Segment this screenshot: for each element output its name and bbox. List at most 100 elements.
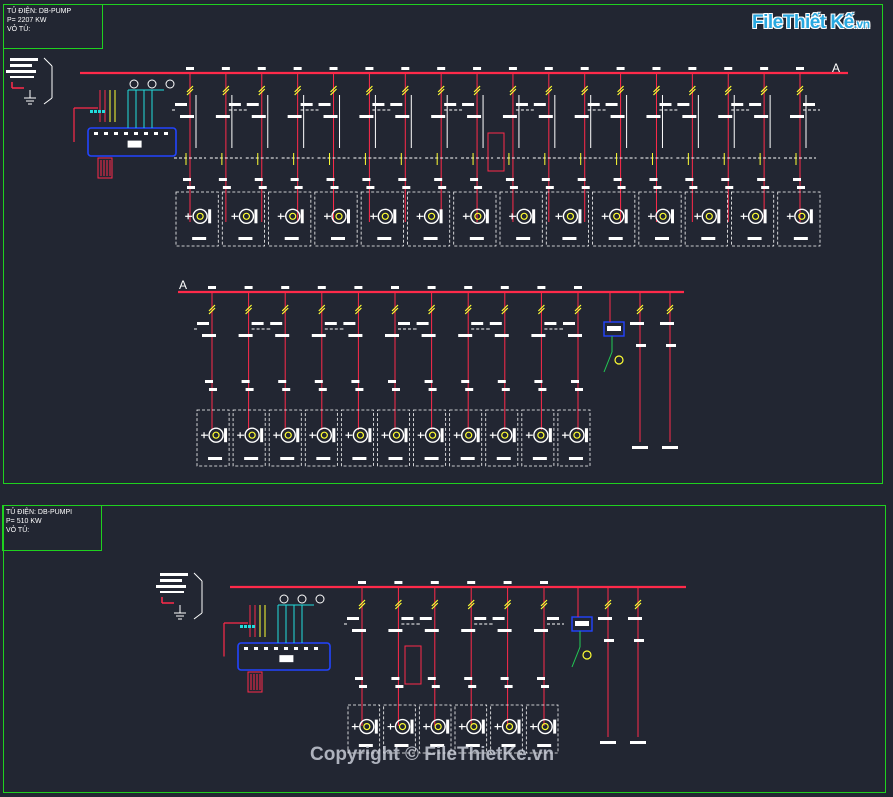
feeder-device — [467, 115, 482, 118]
motor-symbol — [794, 208, 810, 225]
overload-relay — [388, 380, 396, 383]
motor-guard — [208, 209, 212, 224]
motor-guard — [763, 209, 767, 224]
meter-display — [279, 655, 294, 663]
site-logo-suffix: .vn — [853, 17, 870, 31]
overload-relay — [501, 388, 510, 391]
aux-lamp — [582, 650, 592, 660]
overload-relay — [617, 186, 626, 189]
feeder-device — [238, 334, 253, 337]
bus-label-right: A — [832, 61, 841, 75]
meter-terminal — [134, 132, 138, 135]
overload-relay — [392, 388, 400, 391]
overload-relay — [500, 677, 509, 680]
feeder-device — [275, 334, 290, 337]
overload-relay — [577, 178, 586, 181]
aux-terminal — [632, 446, 648, 449]
motor-guard — [446, 719, 450, 734]
aux-device — [660, 322, 674, 325]
feeder-device — [348, 334, 363, 337]
motor-core — [537, 431, 545, 439]
control-relay — [297, 594, 307, 604]
isolator-block — [343, 322, 356, 325]
overload-relay — [545, 186, 554, 189]
motor-symbol — [388, 427, 405, 443]
overload-relay — [326, 178, 335, 181]
feeder-tap — [796, 67, 804, 70]
motor-symbol — [537, 718, 553, 735]
feeder-tap — [427, 286, 436, 289]
feeder-device — [385, 334, 399, 337]
motor-base — [655, 237, 669, 240]
overload-relay — [183, 178, 191, 181]
motor-core — [356, 431, 365, 439]
overload-relay — [538, 388, 547, 391]
feeder-device — [646, 115, 661, 118]
motor-symbol — [747, 208, 764, 225]
overload-relay — [402, 186, 411, 189]
motor-guard — [440, 428, 444, 443]
panel-2-title: TỦ ĐIỆN: DB-PUMPI — [6, 509, 73, 516]
bus-label-left: A — [179, 278, 188, 292]
panel-1-title-block: TỦ ĐIỆN: DB-PUMP P= 2207 KW VỎ TỦ: — [3, 4, 103, 49]
overload-relay — [355, 677, 363, 680]
motor-symbol — [655, 208, 671, 225]
feeder-tap — [537, 286, 546, 289]
feeder-tap — [186, 67, 194, 70]
overload-relay — [497, 380, 506, 383]
isolator-block — [175, 103, 187, 106]
control-relay — [315, 594, 325, 604]
overload-relay — [366, 186, 375, 189]
incomer-symbol — [160, 591, 184, 593]
isolator-block — [270, 322, 283, 325]
incomer-symbol — [10, 58, 38, 61]
feeder-device — [574, 115, 589, 118]
overload-relay — [427, 677, 436, 680]
meter-terminal — [274, 647, 278, 650]
motor-symbol — [533, 427, 549, 443]
feeder-tap — [401, 67, 410, 70]
overload-relay — [689, 186, 698, 189]
overload-relay — [294, 186, 303, 189]
feeder-tap — [580, 67, 589, 70]
aux-device — [666, 344, 676, 347]
motor-guard — [671, 209, 674, 224]
vfd-unit — [487, 132, 505, 172]
motor-core — [381, 212, 389, 220]
feeder-tap — [467, 581, 476, 584]
overload-relay — [434, 178, 443, 181]
motor-base — [331, 237, 345, 240]
feeder-tap — [221, 67, 230, 70]
bracket — [193, 572, 203, 582]
aux-wire — [603, 351, 613, 373]
site-logo[interactable]: FileThiết Kế.vn — [752, 12, 870, 40]
single-line-diagram — [6, 57, 848, 754]
incomer-symbol — [10, 76, 34, 78]
motor-guard — [296, 428, 300, 443]
motor-symbol — [377, 208, 393, 225]
overload-relay — [653, 186, 662, 189]
motor-base — [701, 237, 716, 240]
motor-symbol — [423, 208, 440, 225]
isolator-block — [489, 322, 502, 325]
motor-base — [460, 457, 475, 460]
feeder-device — [311, 334, 326, 337]
feeder-tap — [208, 286, 216, 289]
overload-relay — [541, 685, 549, 688]
meter-fuse — [102, 110, 105, 113]
motor-base — [516, 237, 531, 240]
isolator-block — [444, 103, 457, 106]
motor-guard — [517, 719, 521, 734]
overload-relay — [505, 178, 514, 181]
overload-relay — [537, 677, 545, 680]
motor-guard — [717, 209, 721, 224]
feeder-tap — [394, 581, 403, 584]
motor-guard — [393, 209, 397, 224]
motor-base — [424, 457, 439, 460]
feeder-device — [718, 115, 733, 118]
feeder-device — [461, 629, 476, 632]
meter-terminal — [124, 132, 128, 135]
motor-symbol — [609, 208, 625, 225]
overload-relay — [205, 380, 213, 383]
motor-symbol — [352, 427, 369, 443]
